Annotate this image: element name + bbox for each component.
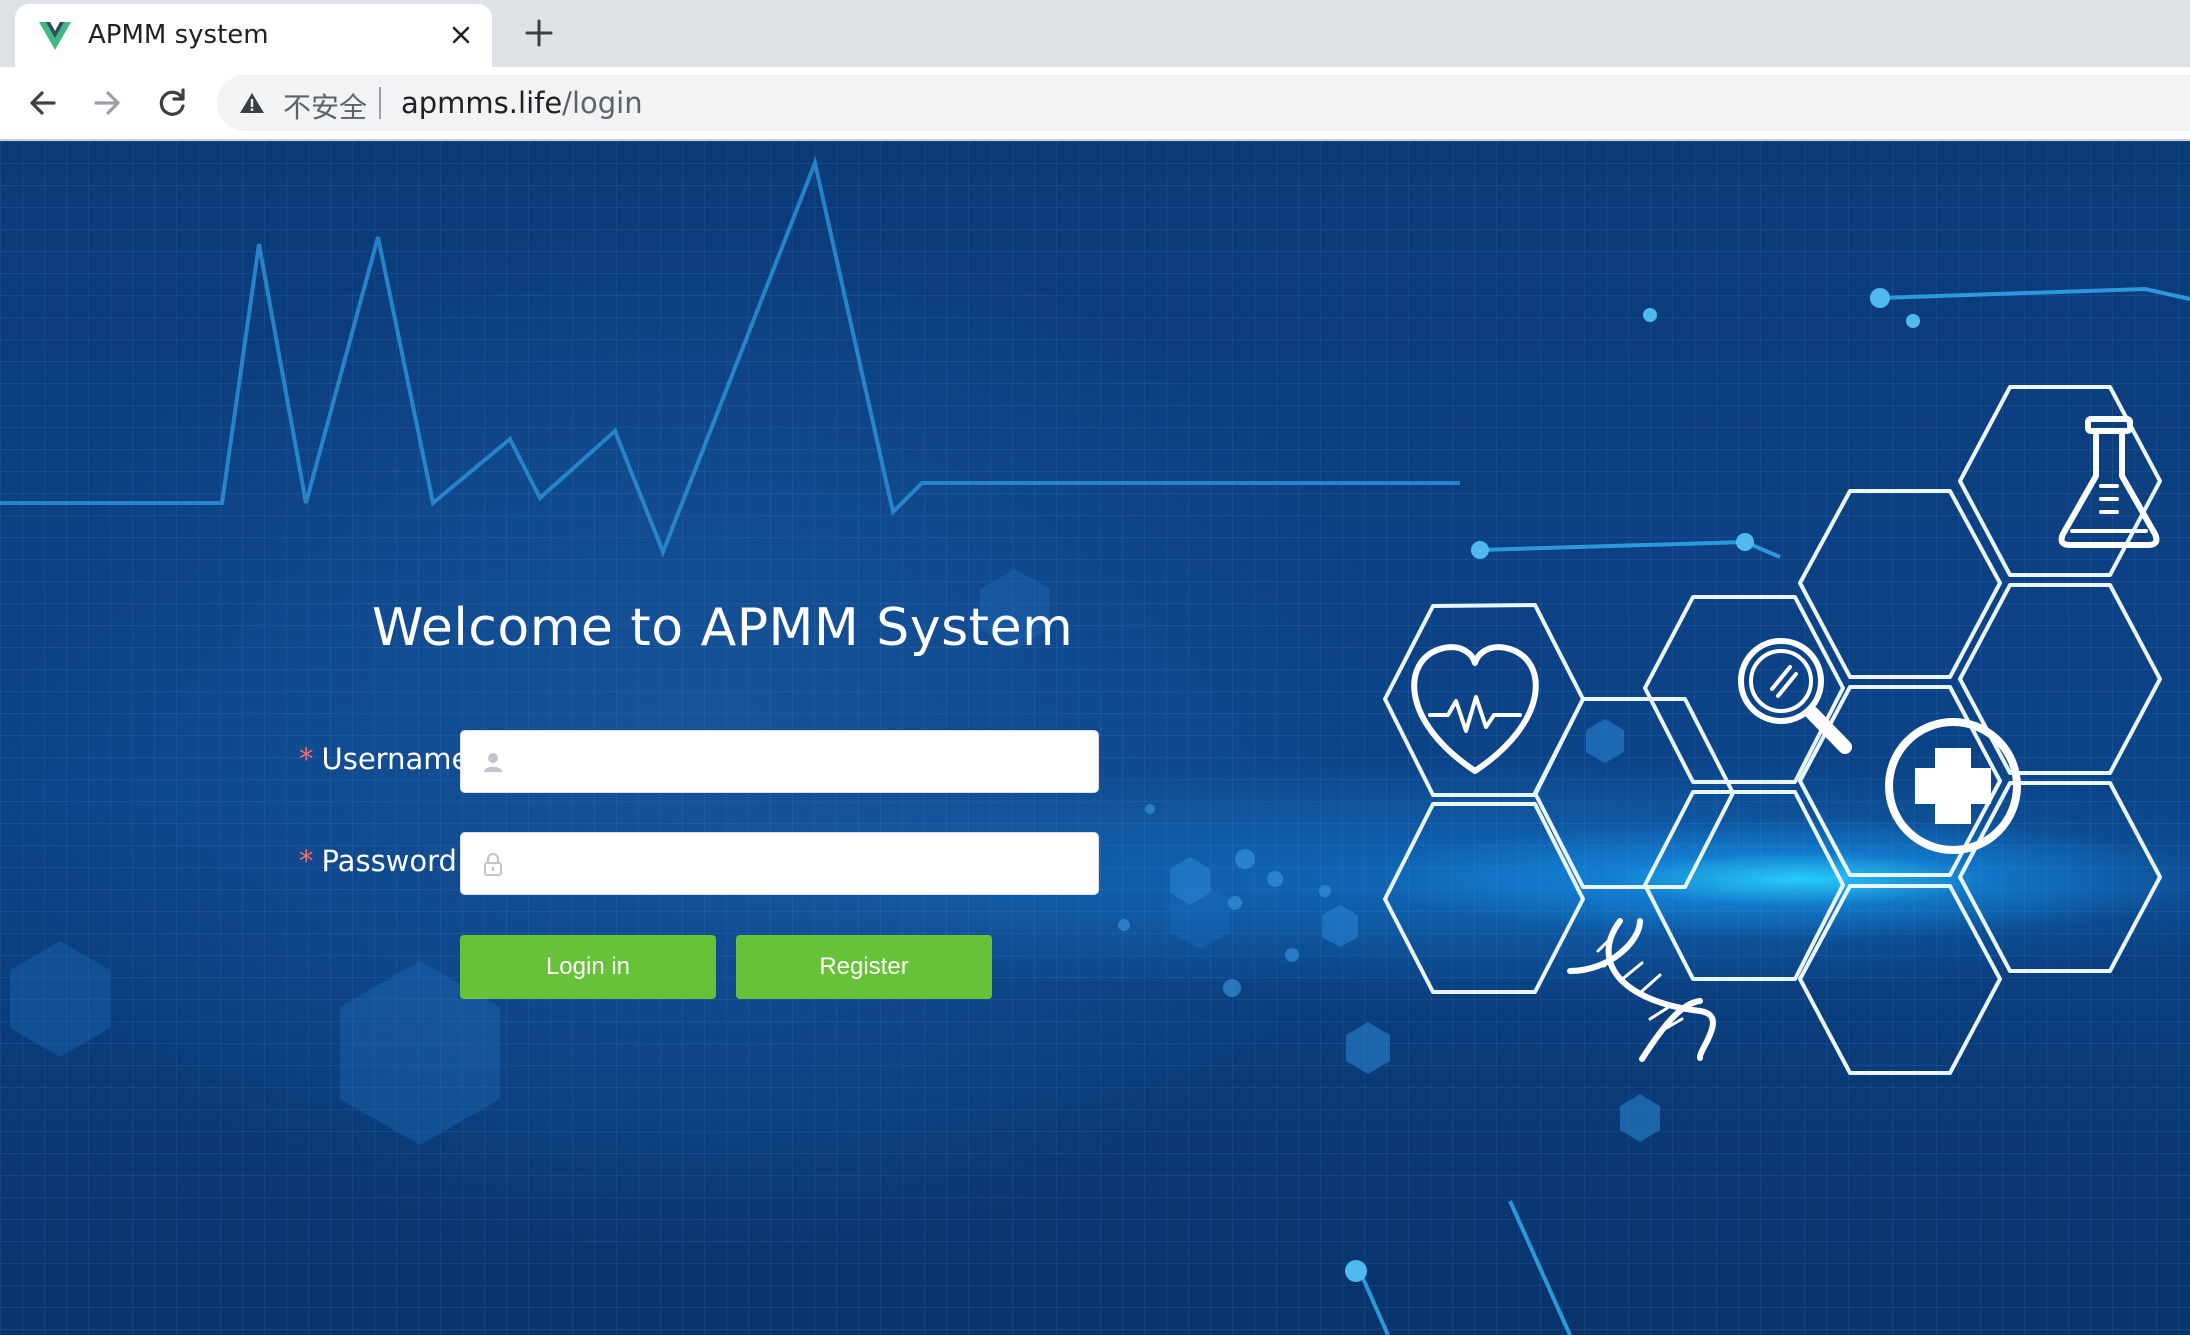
username-field[interactable] [460,730,1099,794]
username-input[interactable] [517,731,1091,794]
tab-title: APMM system [88,20,269,50]
warning-icon[interactable] [239,91,265,115]
plus-icon[interactable] [522,16,556,50]
password-input[interactable] [517,833,1091,896]
address-bar[interactable]: 不安全 apmms.life/login [217,75,2190,131]
browser-tabstrip: APMM system [0,0,2190,67]
password-label-text: Password: [321,844,467,878]
url-path: /login [562,86,643,120]
close-icon[interactable] [447,21,475,49]
login-button[interactable]: Login in [460,935,716,999]
lock-icon [484,853,502,876]
url-host: apmms.life [401,86,563,120]
arrow-left-icon[interactable] [24,84,62,122]
dna-icon [1567,918,1716,1062]
required-mark: * [299,844,314,878]
password-field[interactable] [460,832,1099,896]
reload-icon[interactable] [153,84,191,122]
arrow-right-icon[interactable] [88,84,126,122]
vue-logo-icon [39,22,71,50]
url-text[interactable]: apmms.life/login [401,86,643,120]
browser-toolbar: 不安全 apmms.life/login [0,67,2190,141]
address-divider [379,87,381,119]
password-label: * Password: [299,844,467,878]
flask-icon [2058,416,2160,548]
username-label-text: Username: [321,742,480,776]
username-label: * Username: [299,742,479,776]
heart-pulse-icon [1411,644,1539,774]
user-icon [484,753,502,772]
required-mark: * [299,742,314,776]
ecg-line [0,156,1460,558]
security-status[interactable]: 不安全 [283,86,367,126]
welcome-title: Welcome to APMM System [372,598,1074,658]
browser-tab[interactable]: APMM system [15,4,492,67]
register-button[interactable]: Register [736,935,992,999]
magnifier-icon [1738,638,1852,754]
